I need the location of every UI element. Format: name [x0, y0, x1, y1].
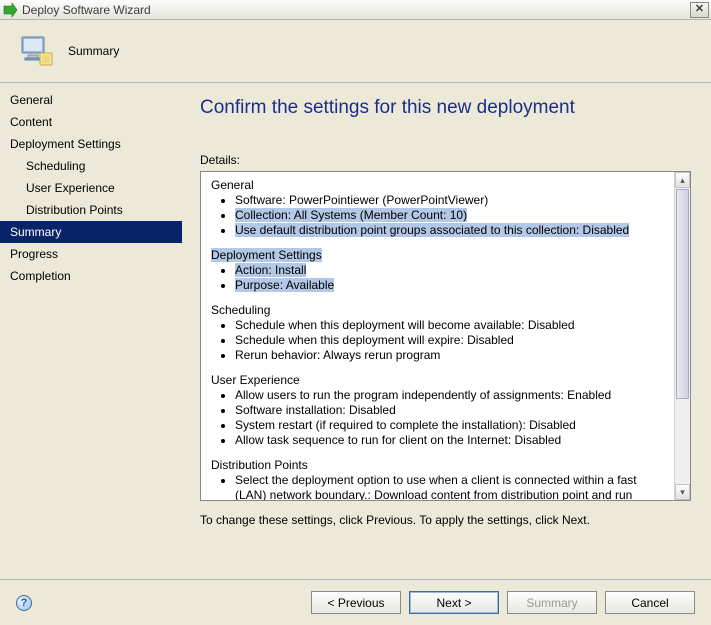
sidebar-item-distribution-points[interactable]: Distribution Points: [0, 199, 182, 221]
sidebar-item-progress[interactable]: Progress: [0, 243, 182, 265]
scroll-thumb[interactable]: [676, 189, 689, 399]
scroll-up-arrow-icon[interactable]: ▴: [675, 172, 690, 188]
header-step-name: Summary: [68, 44, 119, 58]
scrollbar-vertical[interactable]: ▴ ▾: [674, 172, 690, 500]
details-label: Details:: [200, 153, 691, 167]
list-item: Action: Install: [235, 263, 666, 278]
sidebar-item-deployment-settings[interactable]: Deployment Settings: [0, 133, 182, 155]
wizard-main: Confirm the settings for this new deploy…: [182, 83, 711, 579]
sidebar-item-general[interactable]: General: [0, 89, 182, 111]
details-box: General Software: PowerPointiewer (Power…: [200, 171, 691, 501]
list-item: Schedule when this deployment will expir…: [235, 333, 666, 348]
sidebar-item-summary[interactable]: Summary: [0, 221, 182, 243]
sidebar-item-user-experience[interactable]: User Experience: [0, 177, 182, 199]
next-button[interactable]: Next >: [409, 591, 499, 614]
sidebar-item-content[interactable]: Content: [0, 111, 182, 133]
list-item: Software installation: Disabled: [235, 403, 666, 418]
list-item: Purpose: Available: [235, 278, 666, 293]
wizard-arrow-icon: [2, 2, 18, 18]
section-head-general: General: [211, 178, 666, 193]
titlebar: Deploy Software Wizard ✕: [0, 0, 711, 20]
list-item: Schedule when this deployment will becom…: [235, 318, 666, 333]
page-title: Confirm the settings for this new deploy…: [200, 97, 691, 119]
cancel-button[interactable]: Cancel: [605, 591, 695, 614]
sidebar-item-scheduling[interactable]: Scheduling: [0, 155, 182, 177]
section-head-user-experience: User Experience: [211, 373, 666, 388]
wizard-header: Summary: [0, 20, 711, 82]
list-item: Use default distribution point groups as…: [235, 223, 666, 238]
details-content[interactable]: General Software: PowerPointiewer (Power…: [201, 172, 674, 500]
help-icon[interactable]: ?: [16, 595, 32, 611]
section-head-deployment: Deployment Settings: [211, 248, 666, 263]
list-item: Collection: All Systems (Member Count: 1…: [235, 208, 666, 223]
wizard-body: General Content Deployment Settings Sche…: [0, 83, 711, 579]
wizard-window: Deploy Software Wizard ✕ Summary General…: [0, 0, 711, 625]
close-button[interactable]: ✕: [690, 2, 709, 18]
button-bar: ? < Previous Next > Summary Cancel: [0, 579, 711, 625]
sidebar-item-completion[interactable]: Completion: [0, 265, 182, 287]
summary-button: Summary: [507, 591, 597, 614]
list-item: System restart (if required to complete …: [235, 418, 666, 433]
list-item: Allow task sequence to run for client on…: [235, 433, 666, 448]
list-item: Allow users to run the program independe…: [235, 388, 666, 403]
window-title: Deploy Software Wizard: [22, 3, 151, 17]
list-item: Rerun behavior: Always rerun program: [235, 348, 666, 363]
previous-button[interactable]: < Previous: [311, 591, 401, 614]
section-head-distribution-points: Distribution Points: [211, 458, 666, 473]
list-item: Software: PowerPointiewer (PowerPointVie…: [235, 193, 666, 208]
wizard-sidebar: General Content Deployment Settings Sche…: [0, 83, 182, 579]
list-item: Select the deployment option to use when…: [235, 473, 666, 500]
hint-text: To change these settings, click Previous…: [200, 513, 691, 527]
computer-deploy-icon: [16, 31, 56, 71]
section-head-scheduling: Scheduling: [211, 303, 666, 318]
scroll-down-arrow-icon[interactable]: ▾: [675, 484, 690, 500]
